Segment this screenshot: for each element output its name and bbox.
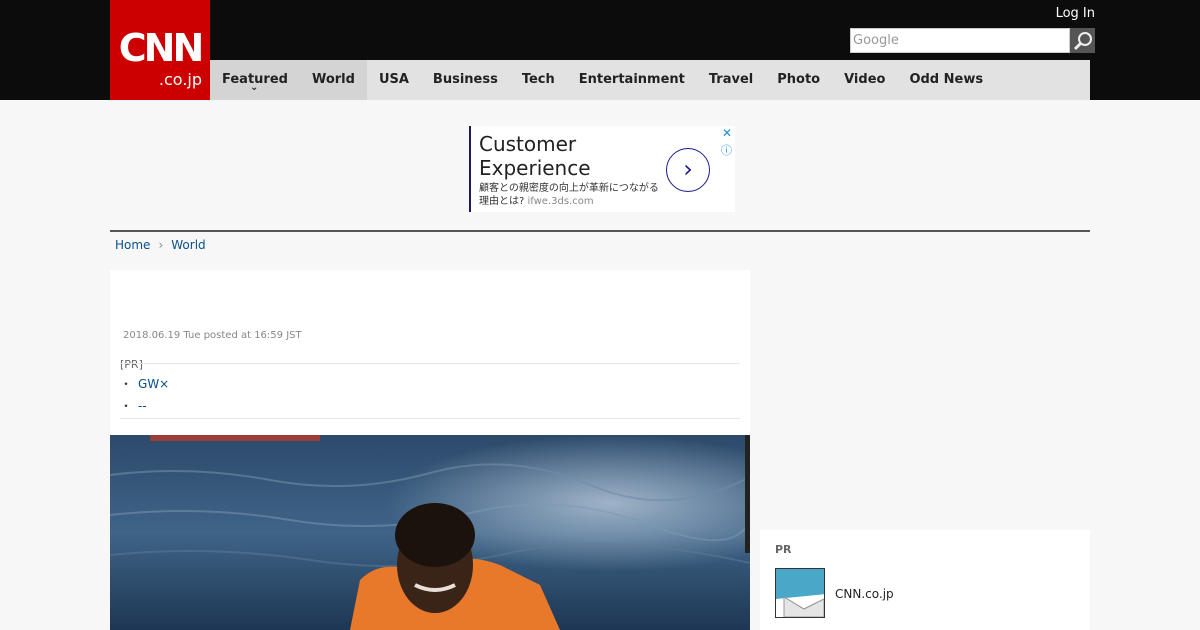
nav-item-video[interactable]: Video: [832, 60, 897, 100]
nav-item-business[interactable]: Business: [421, 60, 510, 100]
search-button[interactable]: [1070, 28, 1095, 53]
main-nav: Featured ⌄ World USA Business Tech Enter…: [210, 60, 1090, 100]
search-input[interactable]: Google: [850, 28, 1070, 53]
nav-item-usa[interactable]: USA: [367, 60, 421, 100]
logo-domain: .co.jp: [158, 70, 202, 89]
close-icon[interactable]: ✕: [722, 126, 732, 140]
pr-link-text: GW×: [138, 377, 170, 391]
pr-label: [PR]: [120, 358, 143, 371]
pr-link[interactable]: ・ --: [120, 397, 147, 414]
article-card: 2018.06.19 Tue posted at 16:59 JST [PR] …: [110, 270, 750, 630]
divider: [120, 418, 740, 419]
ad-description: 顧客との親密度の向上が革新につながる理由とは? ifwe.3ds.com: [479, 182, 664, 208]
nav-item-photo[interactable]: Photo: [765, 60, 832, 100]
sidebar-pr-label: PR: [775, 543, 792, 556]
info-icon[interactable]: ⓘ: [721, 142, 732, 158]
nav-item-world[interactable]: World: [299, 60, 367, 100]
login-link[interactable]: Log In: [1056, 6, 1095, 21]
logo-text: CNN: [118, 26, 205, 70]
section-divider: [110, 230, 1090, 232]
ad-url: ifwe.3ds.com: [527, 196, 594, 207]
nav-item-featured[interactable]: Featured ⌄: [210, 60, 300, 100]
sidebar-pr-card[interactable]: PR CNN.co.jp: [760, 530, 1090, 630]
bullet-icon: ・: [120, 377, 133, 391]
nav-item-tech[interactable]: Tech: [510, 60, 567, 100]
article-photo[interactable]: [110, 435, 750, 630]
chevron-down-icon: ⌄: [249, 82, 259, 93]
search-icon: [1073, 32, 1092, 51]
ad-title: Customer Experience: [479, 132, 591, 180]
nav-item-entertainment[interactable]: Entertainment: [567, 60, 697, 100]
chevron-right-icon: ›: [158, 238, 164, 252]
divider: [120, 363, 740, 364]
bullet-icon: ・: [120, 399, 133, 413]
nav-item-odd-news[interactable]: Odd News: [897, 60, 995, 100]
thumbnail-icon: [775, 568, 825, 618]
breadcrumb: Home › World: [115, 238, 206, 252]
pr-link[interactable]: ・ GW×: [120, 375, 169, 392]
sidebar-pr-text: CNN.co.jp: [835, 587, 894, 601]
post-date: 2018.06.19 Tue posted at 16:59 JST: [123, 330, 302, 341]
nav-item-travel[interactable]: Travel: [697, 60, 765, 100]
chevron-right-icon[interactable]: ›: [666, 148, 710, 192]
cnn-logo[interactable]: CNN .co.jp: [110, 0, 210, 100]
ad-banner[interactable]: Customer Experience 顧客との親密度の向上が革新につながる理由…: [469, 126, 735, 212]
breadcrumb-home[interactable]: Home: [115, 238, 150, 252]
pr-link-text: --: [138, 399, 147, 413]
breadcrumb-world[interactable]: World: [171, 238, 205, 252]
